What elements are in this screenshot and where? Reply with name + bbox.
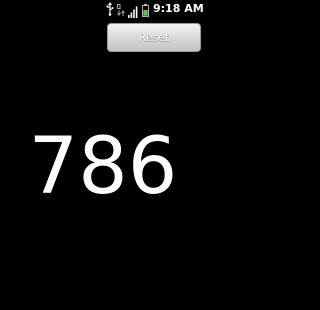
signal-icon xyxy=(128,3,138,18)
reset-button[interactable]: Reset xyxy=(107,23,201,52)
battery-icon xyxy=(142,2,149,17)
app-screen: 9:18 AM Reset 786 xyxy=(0,0,206,310)
data-activity-icon xyxy=(117,2,127,16)
usb-icon xyxy=(106,1,114,16)
status-bar-clock: 9:18 AM xyxy=(153,2,204,15)
status-bar: 9:18 AM xyxy=(0,0,206,18)
counter-value: 786 xyxy=(28,122,178,212)
